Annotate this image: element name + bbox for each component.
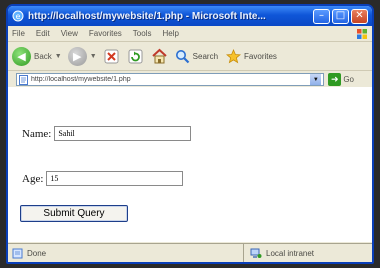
submit-query-button[interactable]: Submit Query	[20, 205, 128, 222]
window-title: http://localhost/mywebsite/1.php - Micro…	[28, 10, 266, 22]
zone-text: Local intranet	[266, 248, 315, 258]
chevron-down-icon[interactable]: ▼	[55, 53, 62, 60]
chevron-down-icon[interactable]: ▼	[310, 74, 322, 85]
search-button[interactable]: Search	[175, 49, 218, 64]
menu-view[interactable]: View	[61, 29, 78, 38]
intranet-icon	[250, 248, 262, 258]
menu-bar: File Edit View Favorites Tools Help	[8, 26, 372, 42]
toolbar: ◀ Back ▼ ▶ ▼ Search Favorites	[8, 42, 372, 71]
page-content: Name: Age: Submit Query	[8, 87, 372, 242]
favorites-label: Favorites	[244, 51, 277, 61]
chevron-down-icon[interactable]: ▼	[90, 53, 97, 60]
refresh-button[interactable]	[127, 48, 144, 65]
search-label: Search	[192, 51, 219, 61]
age-input[interactable]	[46, 171, 184, 186]
favorites-star-icon	[226, 48, 242, 63]
back-arrow-icon: ◀	[12, 46, 31, 66]
status-text: Done	[27, 248, 47, 258]
go-arrow-icon: ➜	[328, 73, 342, 86]
refresh-icon	[128, 49, 143, 63]
address-url[interactable]: http://localhost/mywebsite/1.php	[31, 76, 310, 83]
back-button[interactable]: ◀ Back ▼	[12, 46, 62, 66]
go-label: Go	[343, 75, 354, 84]
search-icon	[175, 49, 189, 63]
svg-text:e: e	[16, 12, 21, 21]
back-label: Back	[34, 51, 52, 61]
name-input[interactable]	[54, 126, 192, 141]
age-row: Age:	[22, 171, 184, 186]
title-bar[interactable]: e http://localhost/mywebsite/1.php - Mic…	[8, 6, 372, 26]
home-icon	[151, 48, 167, 63]
close-button[interactable]: ✕	[351, 8, 368, 24]
security-zone[interactable]: Local intranet	[243, 244, 368, 262]
menu-favorites[interactable]: Favorites	[89, 29, 122, 38]
stop-icon	[104, 49, 119, 63]
maximize-button[interactable]: □	[332, 8, 349, 24]
menu-file[interactable]: File	[12, 29, 25, 38]
page-icon	[19, 74, 28, 85]
browser-window: e http://localhost/mywebsite/1.php - Mic…	[6, 4, 374, 264]
go-button[interactable]: ➜ Go	[328, 73, 354, 86]
home-button[interactable]	[151, 48, 168, 65]
minimize-button[interactable]: –	[313, 8, 330, 24]
menu-edit[interactable]: Edit	[36, 29, 50, 38]
name-row: Name:	[22, 126, 192, 141]
status-bar: Done Local intranet	[8, 243, 372, 262]
windows-logo-icon	[357, 28, 367, 39]
forward-button[interactable]: ▶ ▼	[67, 46, 97, 66]
age-label: Age:	[22, 172, 44, 185]
address-field[interactable]: http://localhost/mywebsite/1.php ▼	[16, 73, 325, 86]
favorites-button[interactable]: Favorites	[226, 48, 277, 64]
menu-help[interactable]: Help	[162, 29, 178, 38]
forward-arrow-icon: ▶	[67, 46, 87, 66]
ie-logo-icon: e	[12, 10, 24, 22]
page-icon	[12, 248, 23, 258]
stop-button[interactable]	[103, 48, 120, 65]
name-label: Name:	[22, 127, 52, 140]
menu-tools[interactable]: Tools	[133, 29, 152, 38]
